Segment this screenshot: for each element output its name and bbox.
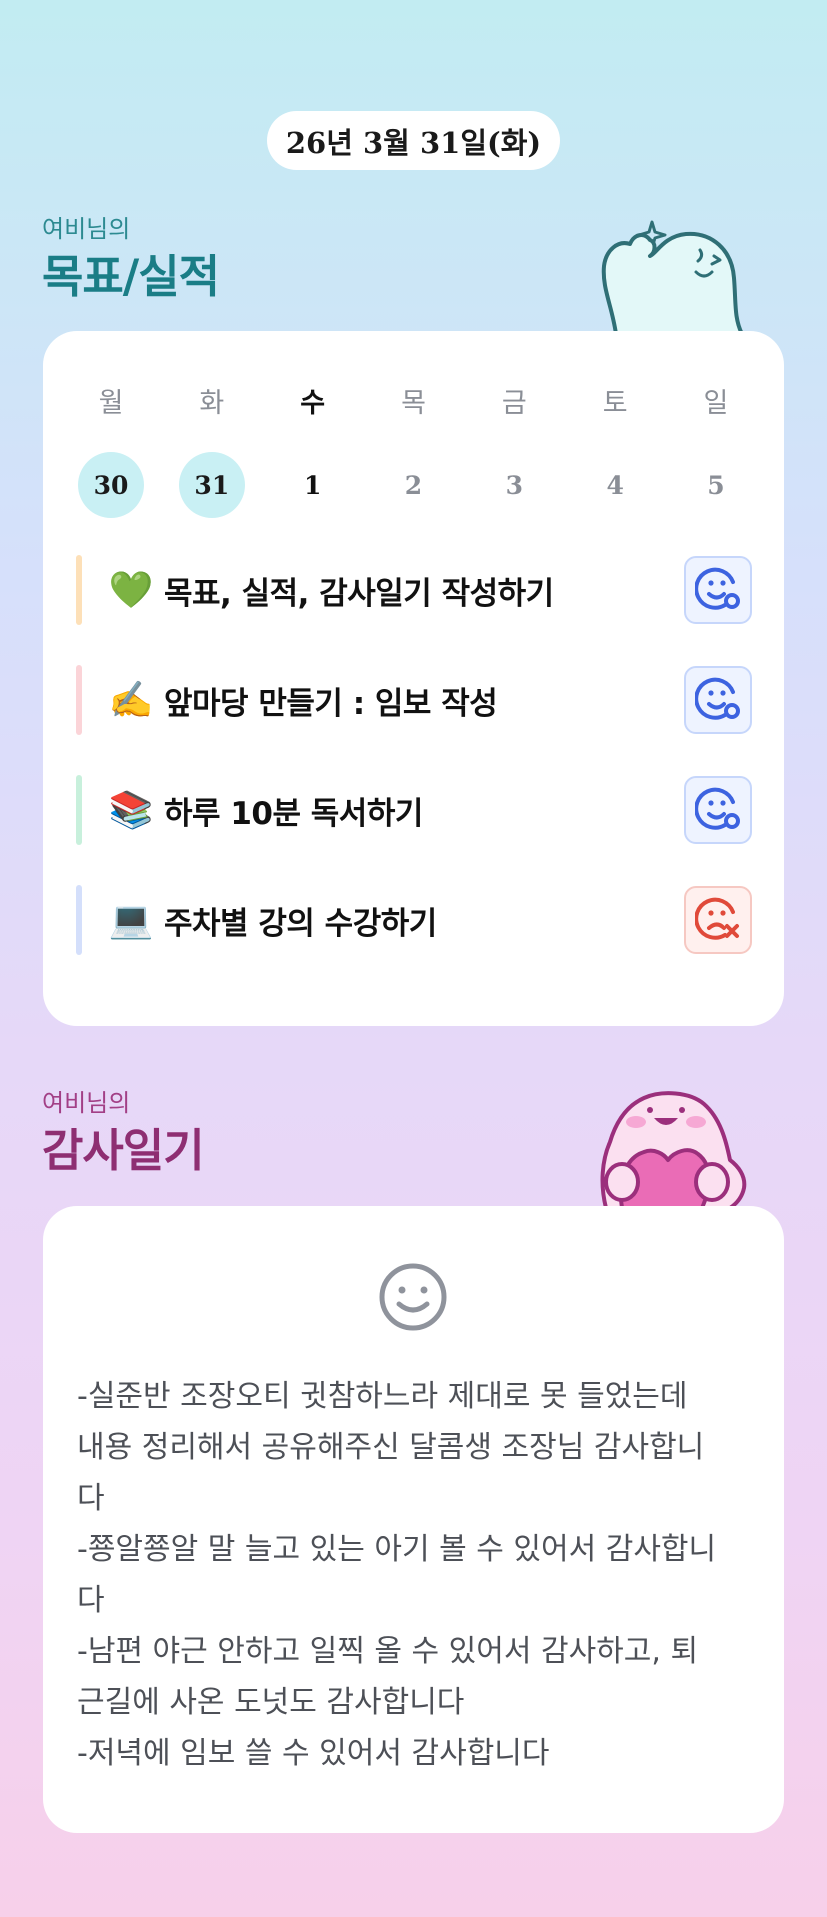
- goals-card: 월 30 화 31 수 1 목 2 금 3 토 4 일 5 💚 목표, 실적, 감사일기 작성하기 ✍️ 앞마당…: [43, 331, 784, 1026]
- day-of-week-label: 수: [300, 388, 326, 419]
- smile-check-icon: [694, 675, 741, 725]
- goals-title: 목표/실적: [42, 250, 220, 303]
- goal-item[interactable]: ✍️ 앞마당 만들기 : 임보 작성: [76, 665, 752, 735]
- mascot-heart-icon: [600, 1091, 747, 1208]
- goal-status-missed-button[interactable]: [684, 886, 752, 954]
- goal-status-done-button[interactable]: [684, 666, 752, 734]
- date-pill[interactable]: 26년 3월 31일(화): [267, 111, 560, 170]
- smile-check-icon: [694, 785, 741, 835]
- goal-item[interactable]: 💚 목표, 실적, 감사일기 작성하기: [76, 555, 752, 625]
- goal-color-bar: [76, 555, 82, 625]
- gratitude-subtitle: 여비님의: [42, 1089, 131, 1117]
- week-calendar: 월 30 화 31 수 1 목 2 금 3 토 4 일 5: [75, 381, 752, 518]
- day-number: 2: [404, 470, 423, 500]
- goal-color-bar: [76, 885, 82, 955]
- day-number: 5: [707, 470, 725, 500]
- day-number: 1: [303, 470, 322, 500]
- mascot-pointing-icon: [601, 220, 744, 334]
- day-of-week-label: 목: [401, 388, 426, 419]
- gratitude-title: 감사일기: [42, 1124, 205, 1177]
- gratitude-card: -실준반 조장오티 귓참하느라 제대로 못 들었는데 내용 정리해서 공유해주신…: [43, 1206, 784, 1833]
- day-of-week-label: 금: [501, 388, 527, 419]
- day-of-week-label: 일: [703, 388, 729, 419]
- goal-label: 주차별 강의 수강하기: [164, 905, 437, 942]
- day-number: 31: [178, 452, 245, 518]
- day-of-week-label: 화: [199, 388, 225, 419]
- goal-status-done-button[interactable]: [684, 556, 752, 624]
- day-number: 3: [505, 470, 524, 500]
- day-of-week-label: 토: [602, 388, 628, 419]
- day-number: 30: [78, 452, 144, 518]
- goals-subtitle: 여비님의: [42, 215, 131, 243]
- goal-label: 하루 10분 독서하기: [164, 795, 423, 832]
- goal-emoji-icon: 💚: [108, 570, 154, 611]
- calendar-day[interactable]: 금3: [478, 381, 550, 518]
- goal-emoji-icon: 📚: [108, 790, 154, 831]
- gratitude-diary-text: -실준반 조장오티 귓참하느라 제대로 못 들었는데 내용 정리해서 공유해주신…: [77, 1379, 717, 1771]
- calendar-day[interactable]: 월 30: [75, 381, 147, 518]
- goal-color-bar: [76, 665, 82, 735]
- calendar-day[interactable]: 목2: [377, 381, 449, 518]
- calendar-day[interactable]: 화 31: [176, 381, 248, 518]
- goal-emoji-icon: ✍️: [108, 680, 154, 721]
- day-of-week-label: 월: [98, 388, 124, 419]
- calendar-day[interactable]: 토4: [579, 381, 651, 518]
- day-number: 4: [606, 470, 624, 500]
- goal-status-done-button[interactable]: [684, 776, 752, 844]
- calendar-day[interactable]: 일5: [680, 381, 752, 518]
- goal-item[interactable]: 💻 주차별 강의 수강하기: [76, 885, 752, 955]
- goal-label: 목표, 실적, 감사일기 작성하기: [164, 575, 554, 612]
- smile-face-icon: [379, 1263, 447, 1331]
- smile-check-icon: [694, 565, 741, 615]
- sad-x-icon: [694, 895, 741, 945]
- goal-item[interactable]: 📚 하루 10분 독서하기: [76, 775, 752, 845]
- calendar-day[interactable]: 수1: [277, 381, 349, 518]
- goal-color-bar: [76, 775, 82, 845]
- goal-label: 앞마당 만들기 : 임보 작성: [164, 685, 498, 722]
- goal-emoji-icon: 💻: [108, 900, 154, 941]
